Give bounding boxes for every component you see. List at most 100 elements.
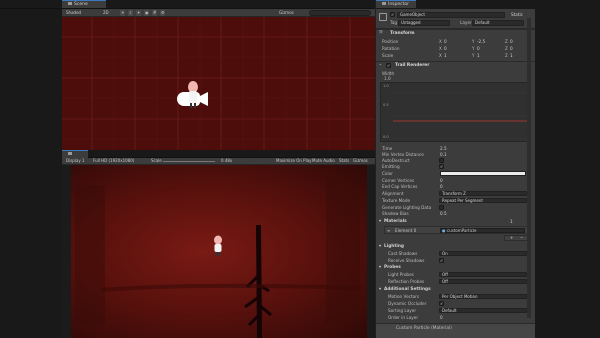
light-probes-row: Light Probes Off — [376, 271, 535, 278]
order-in-layer-label: Order in Layer — [388, 315, 419, 320]
additional-settings-foldout[interactable]: ▾ Additional Settings — [376, 286, 535, 293]
end-cap-value[interactable]: 0 — [440, 183, 443, 190]
grid-toggle-icon[interactable]: # — [152, 10, 157, 16]
active-checkbox[interactable]: ✓ — [390, 12, 395, 17]
add-material-icon[interactable]: + — [510, 236, 513, 240]
material-footer-label: Custom Particle (Material) — [396, 326, 452, 331]
static-toggle[interactable]: Static — [511, 12, 523, 17]
layer-label: Layer — [460, 20, 472, 25]
layer-dropdown[interactable]: Default — [472, 20, 524, 26]
emitting-row: Emitting ✓ — [376, 163, 535, 170]
tab-scene[interactable]: Scene — [62, 0, 106, 8]
alignment-row: Alignment Transform Z — [376, 190, 535, 197]
texture-mode-dropdown[interactable]: Repeat Per Segment — [439, 198, 527, 203]
trail-enabled-checkbox[interactable]: ✓ — [386, 63, 391, 68]
cast-shadows-label: Cast Shadows — [388, 251, 418, 256]
drag-handle-icon[interactable]: ≡ — [387, 228, 390, 233]
rotation-row: Rotation X 0 Y 0 Z 0 — [376, 45, 535, 52]
position-z[interactable]: 0 — [510, 38, 513, 45]
scale-x[interactable]: 1 — [444, 52, 447, 59]
scale-row: Scale X 1 Y 1 Z 1 — [376, 52, 535, 59]
transform-icon: ⤧ — [379, 31, 383, 36]
stats-toggle[interactable]: Stats — [338, 158, 350, 164]
resolution-dropdown[interactable]: Full HD (1920x1080) — [92, 158, 135, 164]
light-probes-dropdown[interactable]: Off — [439, 272, 527, 277]
materials-count[interactable]: 1 — [510, 218, 513, 225]
color-swatch[interactable] — [440, 171, 526, 176]
motion-vectors-label: Motion Vectors — [388, 294, 420, 299]
inspector-tabbar: Inspector — [376, 0, 535, 9]
rotation-z[interactable]: 0 — [510, 45, 513, 52]
emitting-label: Emitting — [382, 164, 400, 169]
hidden-toggle-icon[interactable]: ◉ — [144, 10, 149, 16]
axis-x-label: X — [439, 53, 442, 58]
width-curve-editor[interactable]: 1.0 0.5 0.0 — [380, 82, 530, 142]
tab-game[interactable]: Game — [62, 150, 88, 165]
motion-vectors-row: Motion Vectors Per Object Motion — [376, 293, 535, 300]
game-viewport[interactable] — [62, 165, 375, 338]
dynamic-occluder-checkbox[interactable]: ✓ — [439, 301, 444, 306]
mode-2d-button[interactable]: 2D — [102, 10, 110, 16]
materials-title: Materials — [384, 219, 407, 224]
trail-renderer-header[interactable]: ⌁ ✓ Trail Renderer ⋮ — [376, 61, 535, 69]
scale-value: 0.48x — [221, 158, 233, 163]
info-icon — [382, 2, 386, 5]
rotation-label: Rotation — [382, 46, 400, 51]
shading-dropdown[interactable]: Shaded — [65, 10, 82, 16]
material-footer[interactable]: Custom Particle (Material) — [376, 323, 535, 338]
tab-scene-label: Scene — [74, 2, 88, 7]
tab-inspector[interactable]: Inspector — [376, 0, 416, 8]
object-name-field[interactable]: GameObject — [397, 12, 505, 18]
display-dropdown[interactable]: Display 1 — [65, 158, 86, 164]
cast-shadows-dropdown[interactable]: On — [439, 251, 527, 256]
reflection-probes-label: Reflection Probes — [388, 279, 425, 284]
lighting-toggle-icon[interactable]: ☀ — [120, 10, 125, 16]
materials-foldout[interactable]: ▾ Materials 1 — [376, 218, 535, 225]
audio-toggle-icon[interactable]: ♪ — [128, 10, 133, 16]
maximize-on-play-toggle[interactable]: Maximize On Play — [275, 158, 313, 164]
scene-search-field[interactable] — [309, 10, 371, 16]
game-toolbar: Display 1 Full HD (1920x1080) Scale 0.48… — [62, 158, 375, 165]
remove-material-icon[interactable]: − — [520, 236, 523, 240]
gizmos-dropdown[interactable]: Gizmos — [278, 10, 295, 16]
emitting-checkbox[interactable]: ✓ — [439, 164, 444, 169]
reflection-probes-dropdown[interactable]: Off — [439, 279, 527, 284]
right-margin — [535, 0, 600, 338]
material-value: customParticle — [447, 228, 477, 233]
width-value[interactable]: 1.0 — [384, 75, 391, 82]
scene-viewport[interactable] — [62, 17, 375, 150]
probes-foldout[interactable]: ▾ Probes — [376, 264, 535, 271]
scale-y[interactable]: 1 — [477, 52, 480, 59]
lighting-foldout[interactable]: ▾ Lighting — [376, 243, 535, 250]
position-y[interactable]: -2.5 — [477, 38, 485, 45]
axis-y-label: Y — [472, 39, 475, 44]
width-curve — [393, 92, 529, 140]
tools-icon[interactable]: ⚙ — [160, 10, 165, 16]
axis-x-label: X — [439, 39, 442, 44]
scale-slider[interactable] — [163, 161, 215, 162]
rotation-x[interactable]: 0 — [444, 45, 447, 52]
scene-icon — [68, 2, 72, 5]
mute-audio-toggle[interactable]: Mute Audio — [311, 158, 336, 164]
rotation-y[interactable]: 0 — [477, 45, 480, 52]
trail-title: Trail Renderer — [395, 63, 430, 68]
alignment-dropdown[interactable]: Transform Z — [439, 191, 527, 196]
dynamic-occluder-row: Dynamic Occluder ✓ — [376, 300, 535, 307]
axis-x-label: X — [439, 46, 442, 51]
character-sprite — [188, 81, 198, 108]
motion-vectors-dropdown[interactable]: Per Object Motion — [439, 294, 527, 299]
shadow-bias-value[interactable]: 0.5 — [440, 210, 447, 217]
inspector-scrollbar[interactable] — [527, 18, 531, 318]
tag-dropdown[interactable]: Untagged — [398, 20, 450, 26]
order-in-layer-value[interactable]: 0 — [440, 314, 443, 321]
effects-toggle-icon[interactable]: ✦ — [136, 10, 141, 16]
scale-z[interactable]: 1 — [510, 52, 513, 59]
game-gizmos-toggle[interactable]: Gizmos — [352, 158, 369, 164]
game-render — [71, 165, 367, 338]
position-x[interactable]: 0 — [444, 38, 447, 45]
sorting-layer-dropdown[interactable]: Default — [439, 308, 527, 313]
receive-shadows-checkbox[interactable]: ✓ — [439, 258, 444, 263]
material-object-field[interactable]: ● customParticle — [440, 228, 525, 233]
transform-header[interactable]: ⤧ Transform ⋮ — [376, 29, 535, 37]
tag-label: Tag — [390, 20, 398, 25]
